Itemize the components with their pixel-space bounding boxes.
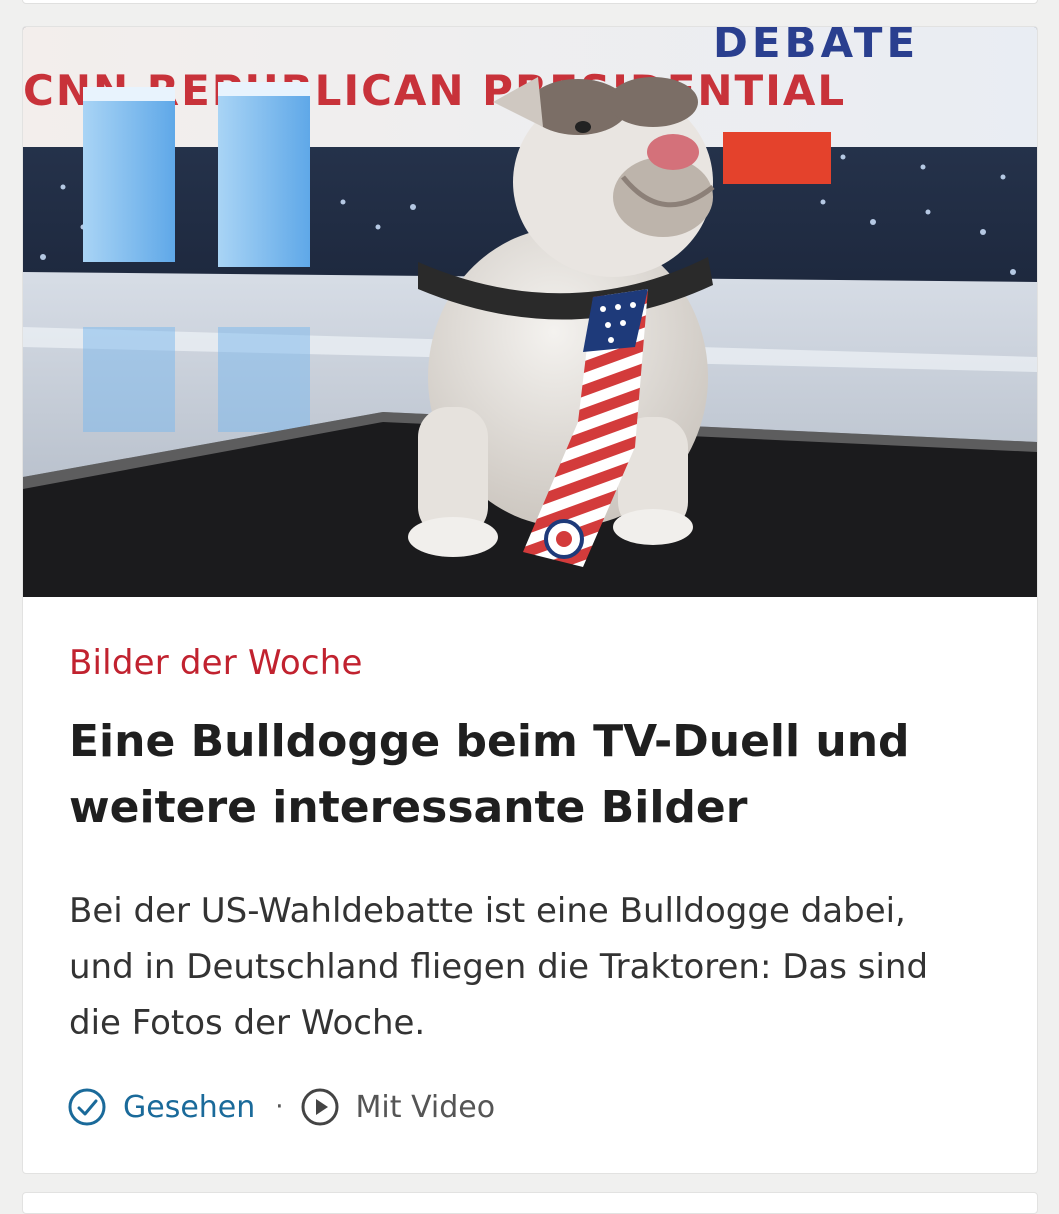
previous-card-edge <box>22 0 1038 4</box>
next-card-edge <box>22 1192 1038 1214</box>
teaser-kicker: Bilder der Woche <box>69 643 363 683</box>
teaser-image[interactable]: CNN REPUBLICAN PRESIDENTIAL DEBATE <box>23 27 1037 597</box>
teaser-summary: Bei der US-Wahldebatte ist eine Bulldogg… <box>69 891 929 1043</box>
teaser-headline[interactable]: Eine Bulldogge beim TV-Duell und weitere… <box>69 709 999 841</box>
video-indicator: Mit Video <box>300 1087 496 1127</box>
teaser-meta: Gesehen · Mit Video <box>67 1085 495 1129</box>
meta-separator: · <box>275 1092 284 1122</box>
svg-text:DEBATE: DEBATE <box>713 27 919 67</box>
seen-label: Gesehen <box>123 1089 256 1125</box>
check-circle-icon <box>68 1088 106 1126</box>
play-circle-icon <box>301 1088 339 1126</box>
seen-status: Gesehen <box>67 1087 255 1127</box>
news-teaser-card[interactable]: CNN REPUBLICAN PRESIDENTIAL DEBATE Bilde… <box>22 26 1038 1174</box>
video-label: Mit Video <box>355 1089 496 1125</box>
